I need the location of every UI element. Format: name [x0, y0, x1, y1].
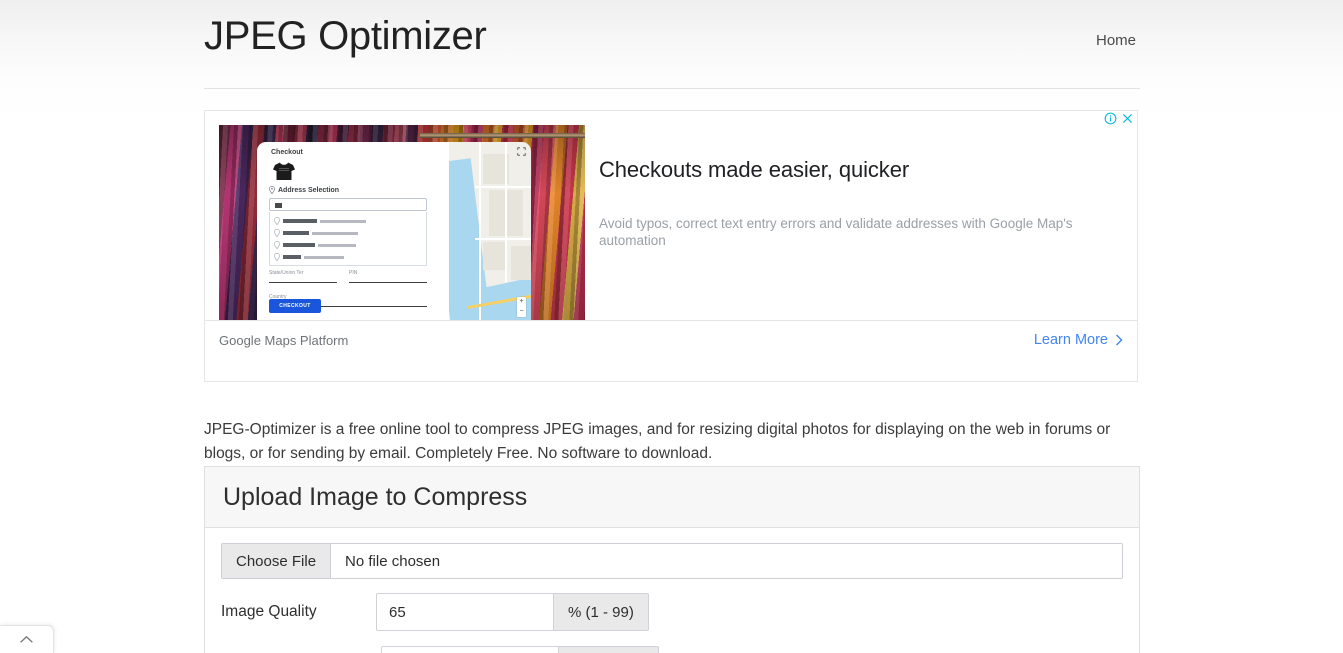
map-pin-icon	[274, 241, 280, 249]
next-field-input[interactable]	[381, 646, 559, 653]
map-zoom-in[interactable]: +	[517, 297, 526, 307]
site-header: JPEG Optimizer Home	[0, 0, 1343, 88]
upload-panel-header: Upload Image to Compress	[205, 467, 1139, 528]
list-item[interactable]	[274, 239, 426, 251]
choose-file-button[interactable]: Choose File	[222, 544, 332, 578]
list-item[interactable]	[274, 227, 426, 239]
checkout-card: Checkout Address Selection State/Union T…	[257, 142, 449, 321]
ad-footer: Google Maps Platform Learn More	[205, 320, 1137, 381]
file-input[interactable]: Choose File No file chosen	[221, 543, 1123, 579]
state-city-label: State/Union Ter	[269, 270, 304, 276]
ad-controls	[1104, 112, 1134, 125]
address-selection-label: Address Selection	[278, 186, 340, 194]
page-root: JPEG Optimizer Home Checkout Address Sel…	[0, 0, 1343, 653]
map-zoom-out[interactable]: −	[517, 307, 526, 317]
address-selection-row: Address Selection	[269, 186, 339, 194]
advertisement[interactable]: Checkout Address Selection State/Union T…	[204, 110, 1138, 382]
upload-panel-title: Upload Image to Compress	[223, 482, 528, 511]
intro-paragraph: JPEG-Optimizer is a free online tool to …	[204, 420, 1111, 462]
garment-rod	[420, 133, 585, 138]
list-item[interactable]	[274, 251, 426, 263]
ad-body: Checkout Address Selection State/Union T…	[205, 111, 1137, 321]
ad-creative-image[interactable]: Checkout Address Selection State/Union T…	[219, 125, 585, 321]
address-search-input[interactable]	[269, 198, 427, 211]
next-field-row-partial	[381, 646, 659, 653]
chevron-up-icon	[20, 635, 33, 643]
map-preview: + −	[449, 142, 531, 321]
checkout-button[interactable]: CHECKOUT	[269, 299, 321, 313]
map-pin-icon	[274, 217, 280, 225]
address-suggestion-list	[269, 212, 427, 266]
state-city-underline	[269, 282, 337, 283]
file-chosen-status: No file chosen	[345, 552, 441, 570]
pin-label: PIN	[349, 270, 358, 276]
ad-learn-more-button[interactable]: Learn More	[1034, 332, 1123, 348]
page-title: JPEG Optimizer	[204, 14, 487, 58]
nav-home[interactable]: Home	[1096, 32, 1136, 49]
image-quality-row: Image Quality % (1 - 99)	[221, 593, 1139, 631]
pin-underline	[349, 282, 427, 283]
ad-copy: Checkouts made easier, quicker Avoid typ…	[585, 111, 1137, 321]
fullscreen-icon[interactable]	[517, 147, 526, 156]
next-field-suffix	[559, 646, 659, 653]
upload-panel: Upload Image to Compress Choose File No …	[204, 466, 1140, 653]
list-item[interactable]	[274, 215, 426, 227]
ad-advertiser-name: Google Maps Platform	[219, 333, 349, 348]
tshirt-icon	[273, 162, 295, 180]
map-pin-icon	[274, 253, 280, 261]
image-quality-suffix: % (1 - 99)	[554, 593, 649, 631]
upload-panel-body: Choose File No file chosen Image Quality…	[205, 528, 1139, 653]
header-divider	[204, 88, 1140, 89]
ad-learn-more-label: Learn More	[1033, 332, 1108, 348]
scroll-to-top-button[interactable]	[0, 625, 54, 653]
image-quality-label: Image Quality	[221, 603, 317, 620]
info-circle-icon[interactable]	[1104, 112, 1117, 125]
ad-description: Avoid typos, correct text entry errors a…	[599, 216, 1073, 248]
ad-headline: Checkouts made easier, quicker	[599, 157, 910, 182]
main-nav: Home	[1096, 32, 1136, 50]
map-zoom-controls[interactable]: + −	[517, 297, 526, 317]
close-icon[interactable]	[1121, 112, 1134, 125]
image-quality-input[interactable]	[376, 593, 554, 631]
map-pin-icon	[269, 186, 275, 194]
checkout-card-title: Checkout	[271, 149, 303, 156]
chevron-right-icon	[1116, 334, 1123, 346]
header-inner: JPEG Optimizer Home	[204, 0, 1140, 88]
map-pin-icon	[274, 229, 280, 237]
